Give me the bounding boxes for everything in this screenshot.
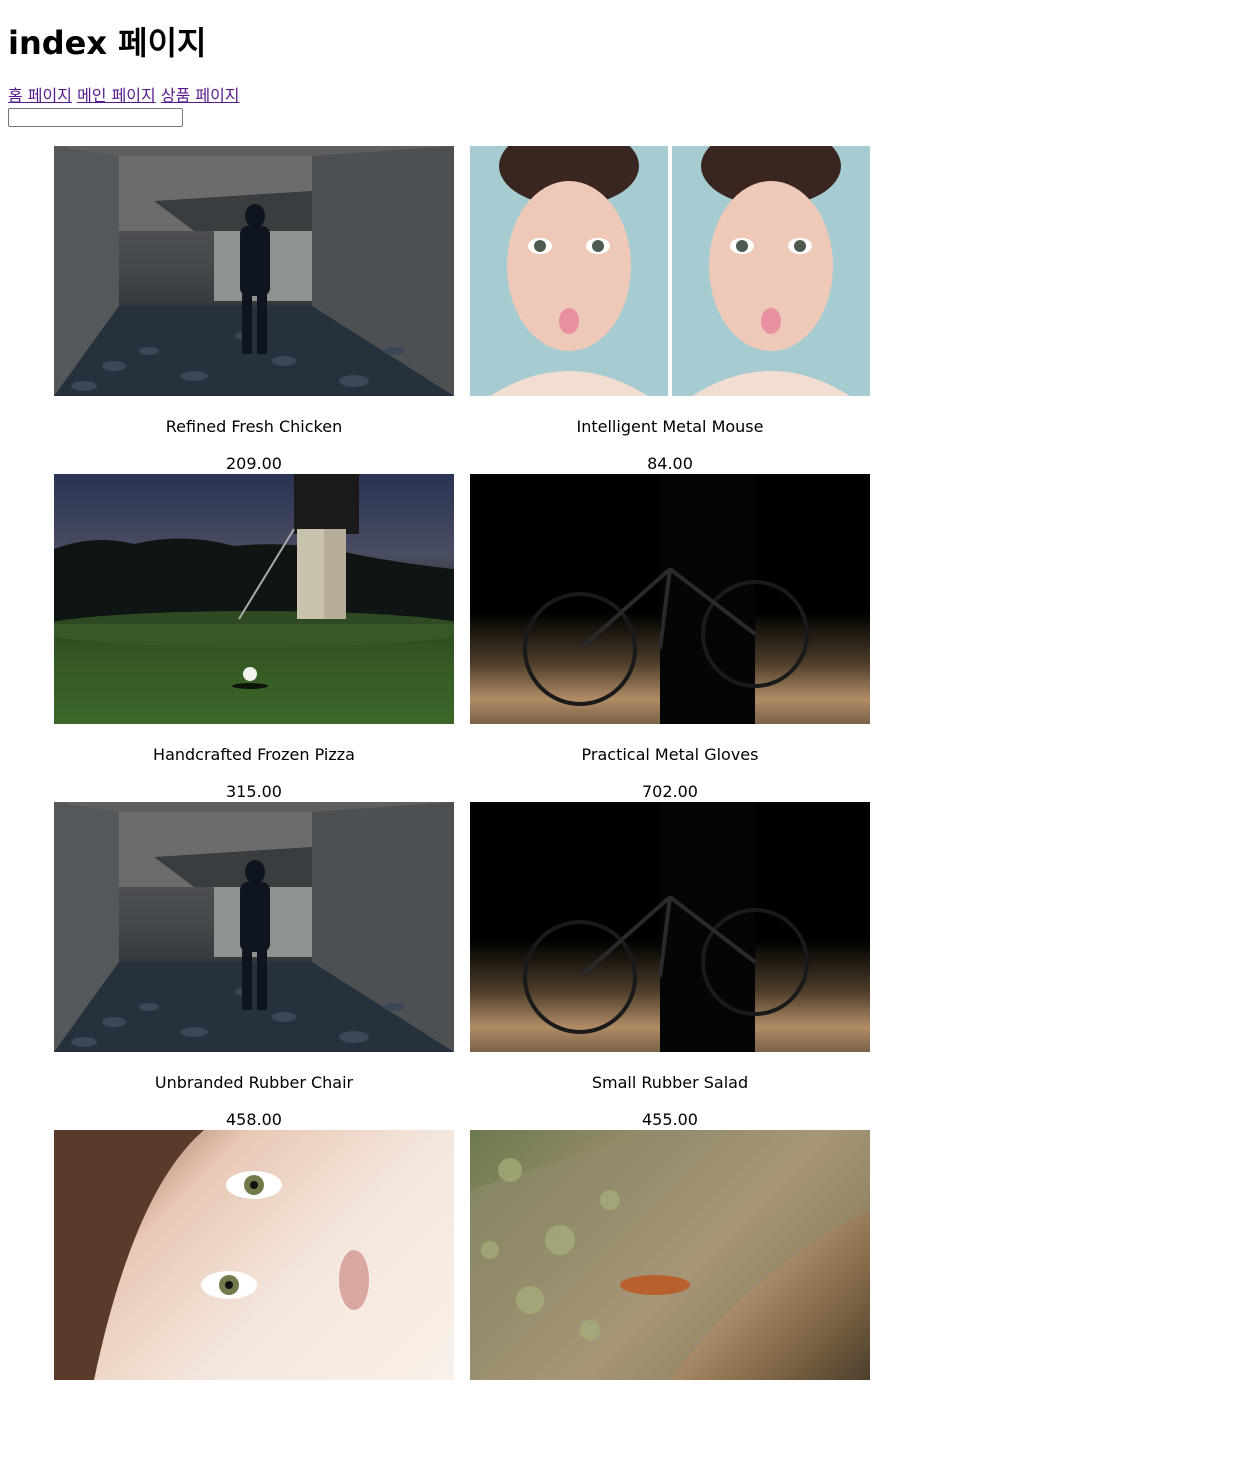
nav-link-main[interactable]: 메인 페이지 xyxy=(77,86,156,105)
page: index 페이지 홈 페이지 메인 페이지 상품 페이지 xyxy=(0,0,1254,127)
product-price: 84.00 xyxy=(647,454,693,473)
product-card[interactable]: Handcrafted Frozen Pizza 315.00 xyxy=(54,474,454,802)
product-price: 458.00 xyxy=(226,1110,282,1129)
product-card[interactable]: Practical Metal Gloves 702.00 xyxy=(470,474,870,802)
product-price: 315.00 xyxy=(226,782,282,801)
product-name: Small Rubber Salad xyxy=(591,1073,749,1092)
product-name: Unbranded Rubber Chair xyxy=(154,1073,354,1092)
face-photo xyxy=(470,146,870,396)
product-card[interactable] xyxy=(470,1130,870,1458)
product-image[interactable] xyxy=(470,802,870,1052)
product-name: Intelligent Metal Mouse xyxy=(576,417,764,436)
product-image[interactable] xyxy=(470,146,870,396)
bike-photo xyxy=(523,802,809,1052)
product-price: 209.00 xyxy=(226,454,282,473)
product-card[interactable]: Unbranded Rubber Chair 458.00 xyxy=(54,802,454,1130)
eye-photo xyxy=(54,1130,369,1380)
product-price: 702.00 xyxy=(642,782,698,801)
rock-photo xyxy=(470,1130,870,1380)
product-name: Refined Fresh Chicken xyxy=(165,417,343,436)
product-image[interactable] xyxy=(470,1130,870,1380)
product-card[interactable]: Intelligent Metal Mouse 84.00 xyxy=(470,146,870,474)
product-price: 455.00 xyxy=(642,1110,698,1129)
product-name: Practical Metal Gloves xyxy=(581,745,759,764)
product-image[interactable] xyxy=(54,1130,454,1380)
nav-link-products[interactable]: 상품 페이지 xyxy=(161,86,240,105)
product-card[interactable]: Small Rubber Salad 455.00 xyxy=(470,802,870,1130)
bike-photo xyxy=(523,474,809,724)
product-card[interactable]: Refined Fresh Chicken 209.00 xyxy=(54,146,454,474)
golf-photo xyxy=(54,474,454,724)
product-grid: Refined Fresh Chicken 209.00 Intelligent… xyxy=(54,146,870,1458)
product-image[interactable] xyxy=(54,474,454,724)
page-title: index 페이지 xyxy=(8,24,207,62)
product-image[interactable] xyxy=(470,474,870,724)
product-card[interactable] xyxy=(54,1130,454,1458)
nav-bar: 홈 페이지 메인 페이지 상품 페이지 xyxy=(8,86,1246,106)
product-image[interactable] xyxy=(54,146,454,396)
product-image[interactable] xyxy=(54,802,454,1052)
search-input[interactable] xyxy=(8,108,183,127)
tunnel-photo xyxy=(54,802,454,1052)
tunnel-photo xyxy=(54,146,454,396)
nav-link-home[interactable]: 홈 페이지 xyxy=(8,86,72,105)
product-name: Handcrafted Frozen Pizza xyxy=(153,745,355,764)
